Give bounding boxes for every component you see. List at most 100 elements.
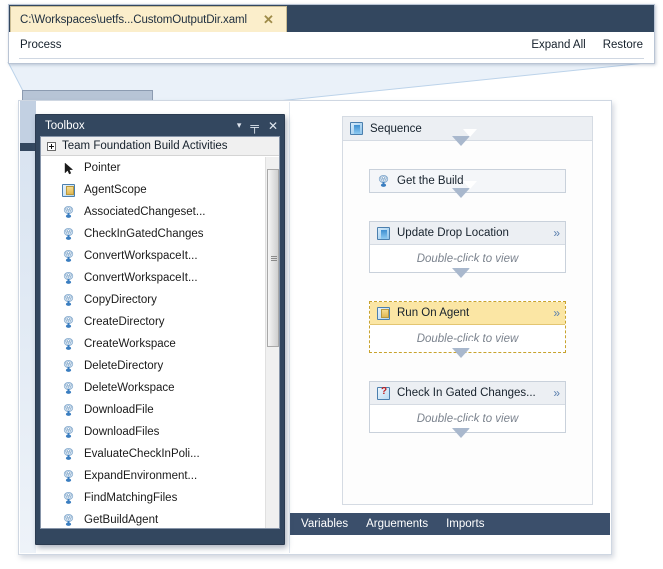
- document-tab-xaml[interactable]: C:\Workspaces\uetfs...CustomOutputDir.xa…: [10, 6, 287, 32]
- activity-icon: [62, 359, 75, 373]
- activity-node-header: Run On Agent »: [370, 302, 565, 325]
- activity-node-label: Get the Build: [397, 175, 464, 187]
- activity-node-label: Run On Agent: [397, 307, 470, 319]
- document-tabstrip: C:\Workspaces\uetfs...CustomOutputDir.xa…: [9, 5, 654, 32]
- toolbox-item-label: AssociatedChangeset...: [84, 206, 206, 218]
- toolbox-item-label: EvaluateCheckInPoli...: [84, 448, 200, 460]
- toolbox-item-label: DownloadFile: [84, 404, 154, 416]
- scrollbar-grip-icon: [271, 256, 277, 261]
- activity-icon: [62, 205, 75, 219]
- toolbox-item-pointer[interactable]: Pointer: [41, 157, 265, 179]
- toolbox-group-header[interactable]: Team Foundation Build Activities: [41, 137, 279, 156]
- toolbox-item-deleteworkspace[interactable]: DeleteWorkspace: [41, 377, 265, 399]
- toolbox-item-deletedirectory[interactable]: DeleteDirectory: [41, 355, 265, 377]
- pin-icon[interactable]: ╤: [250, 120, 259, 132]
- toolbox-item-copydirectory[interactable]: CopyDirectory: [41, 289, 265, 311]
- tab-imports[interactable]: Imports: [446, 518, 484, 530]
- sequence-icon: [350, 122, 363, 135]
- toolbox-item-checkingatedchanges[interactable]: CheckInGatedChanges: [41, 223, 265, 245]
- toolbox-item-createworkspace[interactable]: CreateWorkspace: [41, 333, 265, 355]
- restore-button[interactable]: Restore: [603, 39, 643, 51]
- toolbox-item-label: ConvertWorkspaceIt...: [84, 250, 198, 262]
- chevron-down-icon[interactable]: »: [553, 307, 560, 319]
- toolbox-content: Team Foundation Build Activities Pointer…: [40, 136, 280, 529]
- toolbox-titlebar[interactable]: Toolbox ▾ ╤ ✕: [36, 115, 284, 136]
- activity-icon: [62, 293, 75, 307]
- toolbox-item-label: GetBuildAgent: [84, 514, 159, 526]
- document-tab-label: C:\Workspaces\uetfs...CustomOutputDir.xa…: [20, 13, 247, 26]
- agentscope-icon: [62, 183, 75, 197]
- toolbox-item-evaluatecheckinpolicies[interactable]: EvaluateCheckInPoli...: [41, 443, 265, 465]
- flow-arrow: [343, 420, 592, 461]
- sequence-container[interactable]: Sequence Get the Build Update Drop Locat…: [342, 116, 593, 505]
- workflow-designer: Sequence Get the Build Update Drop Locat…: [289, 102, 610, 553]
- toolbox-item-label: DeleteWorkspace: [84, 382, 175, 394]
- process-label: Process: [20, 38, 62, 51]
- activity-node-label: Check In Gated Changes...: [397, 387, 536, 399]
- toolbox-item-label: FindMatchingFiles: [84, 492, 178, 504]
- process-toolbar: Process Expand All Restore: [9, 32, 654, 57]
- expand-all-button[interactable]: Expand All: [531, 39, 585, 51]
- flow-arrow: [343, 128, 592, 169]
- toolbox-item-getbuildagent[interactable]: GetBuildAgent: [41, 509, 265, 528]
- toolbox-item-label: DeleteDirectory: [84, 360, 164, 372]
- toolbox-group-label: Team Foundation Build Activities: [62, 140, 228, 152]
- activity-icon: [62, 447, 75, 461]
- activity-icon: [62, 249, 75, 263]
- rail-segment-top: [20, 101, 36, 143]
- toolbox-item-label: Pointer: [84, 162, 121, 174]
- activity-icon: [62, 513, 75, 527]
- toolbox-title: Toolbox: [45, 119, 85, 132]
- flow-arrow: [343, 180, 592, 221]
- designer-bottom-bar: Variables Arguements Imports: [290, 513, 610, 535]
- expand-plus-icon[interactable]: [47, 141, 56, 151]
- flow-arrow: [343, 340, 592, 381]
- agentscope-icon: [377, 306, 390, 320]
- callout-magnified-panel: C:\Workspaces\uetfs...CustomOutputDir.xa…: [8, 4, 655, 64]
- sequence-flow: Get the Build Update Drop Location » Dou…: [343, 128, 592, 504]
- tab-arguments[interactable]: Arguements: [366, 518, 428, 530]
- activity-icon: [62, 403, 75, 417]
- toolbox-item-label: CheckInGatedChanges: [84, 228, 204, 240]
- toolbox-window: Toolbox ▾ ╤ ✕ Team Foundation Build Acti…: [35, 114, 285, 545]
- toolbox-item-label: CreateDirectory: [84, 316, 165, 328]
- activity-icon: [62, 315, 75, 329]
- toolbox-item-label: ExpandEnvironment...: [84, 470, 198, 482]
- activity-icon: [62, 425, 75, 439]
- close-icon[interactable]: ✕: [263, 13, 274, 26]
- activity-icon: [62, 337, 75, 351]
- activity-node-header: Update Drop Location »: [370, 222, 565, 245]
- tab-variables[interactable]: Variables: [301, 518, 348, 530]
- activity-icon: [377, 174, 390, 188]
- toolbox-scrollbar-thumb[interactable]: [267, 169, 279, 347]
- toolbox-item-convertworkspaceitem-1[interactable]: ConvertWorkspaceIt...: [41, 245, 265, 267]
- toolbox-item-label: ConvertWorkspaceIt...: [84, 272, 198, 284]
- toolbox-item-label: CopyDirectory: [84, 294, 157, 306]
- toolbox-item-downloadfile[interactable]: DownloadFile: [41, 399, 265, 421]
- toolbox-item-label: DownloadFiles: [84, 426, 160, 438]
- toolbox-item-convertworkspaceitem-2[interactable]: ConvertWorkspaceIt...: [41, 267, 265, 289]
- toolbox-item-associatedchangeset[interactable]: AssociatedChangeset...: [41, 201, 265, 223]
- toolbox-scrollbar[interactable]: [265, 157, 279, 528]
- toolbox-item-downloadfiles[interactable]: DownloadFiles: [41, 421, 265, 443]
- activity-node-header: Check In Gated Changes... »: [370, 382, 565, 405]
- sequence-icon: [377, 226, 390, 240]
- flow-arrow: [343, 260, 592, 301]
- chevron-down-icon[interactable]: ▾: [237, 121, 242, 130]
- chevron-down-icon[interactable]: »: [553, 387, 560, 399]
- toolbox-item-agentscope[interactable]: AgentScope: [41, 179, 265, 201]
- toolbar-divider: [19, 58, 644, 59]
- toolbox-item-expandenvironment[interactable]: ExpandEnvironment...: [41, 465, 265, 487]
- close-icon[interactable]: ✕: [268, 120, 278, 132]
- toolbox-item-list[interactable]: Pointer AgentScope AssociatedChangeset..…: [41, 157, 265, 528]
- toolbox-item-label: CreateWorkspace: [84, 338, 176, 350]
- toolbox-item-createdirectory[interactable]: CreateDirectory: [41, 311, 265, 333]
- screenshot-root: C:\Workspaces\uetfs...CustomOutputDir.xa…: [0, 0, 663, 569]
- chevron-down-icon[interactable]: »: [553, 227, 560, 239]
- sequence-title: Sequence: [370, 122, 422, 135]
- activity-icon: [62, 227, 75, 241]
- activity-icon: [62, 469, 75, 483]
- question-icon: [377, 386, 390, 400]
- activity-icon: [62, 491, 75, 505]
- toolbox-item-findmatchingfiles[interactable]: FindMatchingFiles: [41, 487, 265, 509]
